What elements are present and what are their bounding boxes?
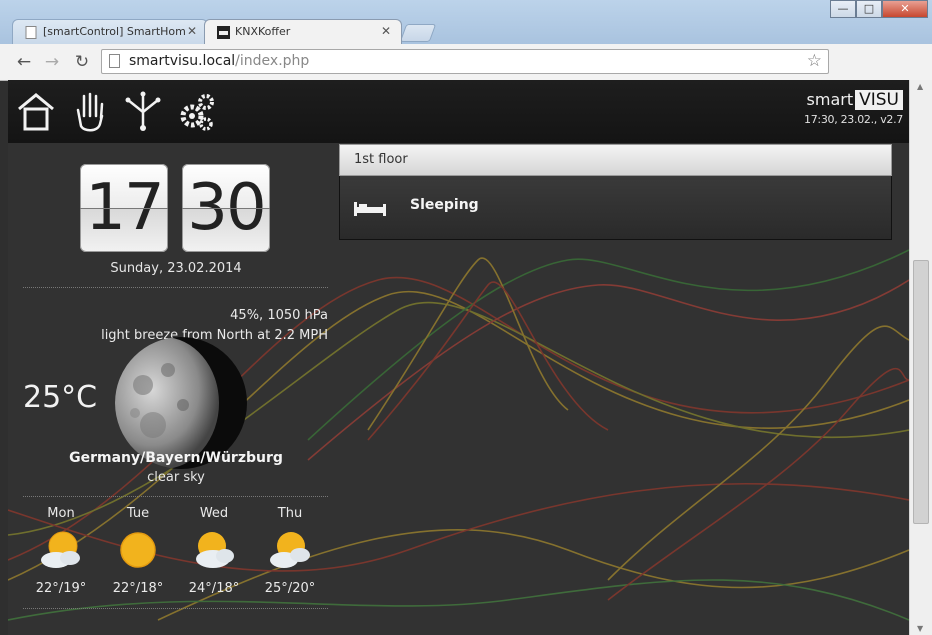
- weather-condition: clear sky: [147, 470, 205, 485]
- tab-close-icon[interactable]: ✕: [381, 24, 391, 38]
- scroll-down-icon[interactable]: ▼: [917, 624, 923, 633]
- sun-cloud-icon: [41, 531, 80, 568]
- new-tab-button[interactable]: [399, 24, 437, 42]
- humidity-pressure: 45%, 1050 hPa: [230, 308, 328, 323]
- window-controls: — □ ✕: [830, 0, 928, 18]
- network-icon[interactable]: [123, 90, 163, 134]
- weather-location: Germany/Bayern/Würzburg: [69, 450, 283, 466]
- sun-cloud-icon: [196, 532, 234, 568]
- forecast-temps: 24°/18°: [188, 581, 240, 596]
- room-item-sleeping[interactable]: Sleeping: [339, 176, 892, 240]
- sun-cloud-icon: [270, 532, 310, 568]
- scroll-up-icon[interactable]: ▲: [917, 82, 923, 91]
- forecast-day-name: Wed: [199, 506, 229, 521]
- url-text[interactable]: smartvisu.local/index.php: [129, 53, 309, 69]
- address-bar[interactable]: smartvisu.local/index.php ☆: [101, 49, 829, 74]
- tab-close-icon[interactable]: ✕: [187, 24, 197, 38]
- divider: [23, 608, 328, 609]
- url-host: smartvisu.local: [129, 53, 236, 69]
- page-icon: [109, 54, 120, 68]
- vertical-scrollbar[interactable]: ▲ ▼: [909, 80, 932, 635]
- floor-title: 1st floor: [339, 144, 892, 176]
- gears-icon[interactable]: [176, 90, 216, 134]
- sun-icon: [120, 532, 156, 568]
- tab-knxkoffer[interactable]: KNXKoffer ✕: [204, 19, 402, 44]
- url-path: /index.php: [235, 53, 310, 69]
- bed-icon: [354, 202, 386, 216]
- tab-smartcontrol[interactable]: [smartControl] SmartHom ✕: [12, 19, 208, 44]
- tab-label: [smartControl] SmartHom: [43, 25, 186, 38]
- top-navigation-bar: smart VISU 17:30, 23.02., v2.7: [8, 80, 909, 143]
- divider: [23, 287, 328, 288]
- minimize-button[interactable]: —: [830, 0, 856, 18]
- page-icon: [25, 26, 37, 39]
- divider: [23, 496, 328, 497]
- logo-visu: VISU: [855, 90, 903, 110]
- forecast-temps: 22°/19°: [35, 581, 87, 596]
- maximize-button[interactable]: □: [856, 0, 882, 18]
- floor-panel: 1st floor Sleeping: [339, 144, 892, 241]
- forecast-day: Thu 25°/20°: [254, 506, 326, 596]
- current-temperature: 25°C: [23, 380, 98, 415]
- forecast-day-name: Tue: [126, 506, 150, 521]
- forecast-day: Tue 22°/18°: [102, 506, 174, 596]
- forecast-day-name: Thu: [277, 506, 303, 521]
- clock-date: Sunday, 23.02.2014: [110, 261, 242, 276]
- back-arrow-icon[interactable]: ←: [13, 51, 35, 73]
- tab-label: KNXKoffer: [235, 25, 291, 38]
- home-icon[interactable]: [16, 90, 56, 134]
- close-window-button[interactable]: ✕: [882, 0, 928, 18]
- clock-minutes: 30: [182, 164, 270, 252]
- forecast-day-name: Mon: [47, 506, 75, 521]
- scrollbar-thumb[interactable]: [913, 260, 929, 524]
- hand-icon[interactable]: [70, 90, 110, 134]
- clock-hours: 17: [80, 164, 168, 252]
- forecast-temps: 22°/18°: [112, 581, 164, 596]
- forecast-day: Wed 24°/18°: [178, 506, 250, 596]
- bookmark-star-icon[interactable]: ☆: [807, 51, 822, 71]
- version-line: 17:30, 23.02., v2.7: [804, 113, 903, 126]
- logo-smart: smart: [806, 90, 854, 109]
- forecast-day: Mon 22°/19°: [25, 506, 97, 596]
- smartvisu-logo: smart VISU 17:30, 23.02., v2.7: [804, 90, 903, 126]
- forward-arrow-icon[interactable]: →: [41, 51, 63, 73]
- reload-icon[interactable]: ↻: [71, 51, 93, 73]
- room-label: Sleeping: [410, 197, 479, 213]
- forecast-temps: 25°/20°: [264, 581, 316, 596]
- visu-favicon-icon: [217, 26, 230, 39]
- browser-toolbar: ← → ↻ smartvisu.local/index.php ☆ ★ C: [0, 44, 932, 114]
- page-viewport: smart VISU 17:30, 23.02., v2.7 17 30 Sund…: [8, 80, 909, 635]
- browser-titlebar: [smartControl] SmartHom ✕ KNXKoffer ✕ — …: [0, 0, 932, 44]
